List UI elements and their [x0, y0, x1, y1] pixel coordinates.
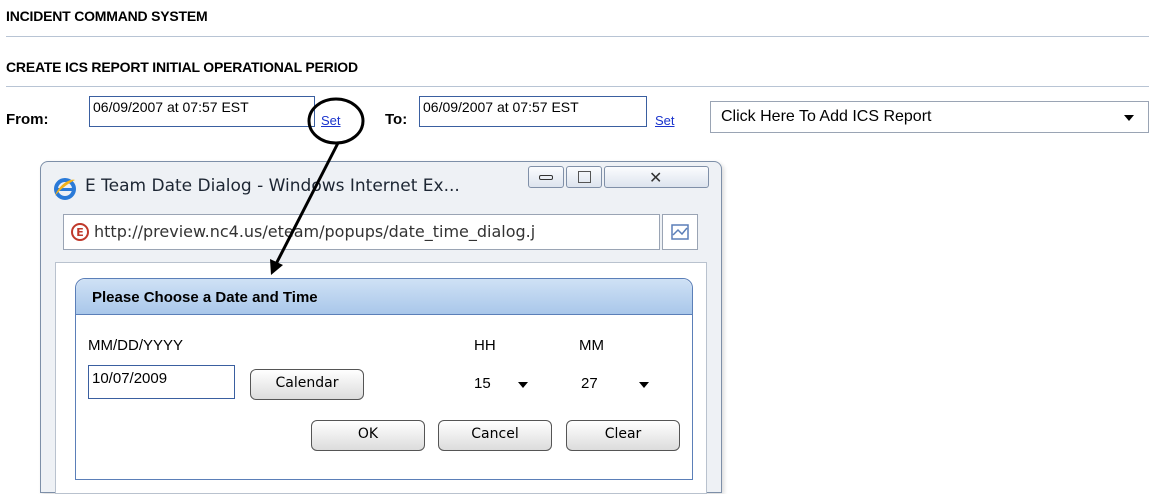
annotation-circle [307, 97, 365, 145]
annotation-overlay [270, 97, 365, 275]
annotation-arrow [273, 142, 340, 267]
